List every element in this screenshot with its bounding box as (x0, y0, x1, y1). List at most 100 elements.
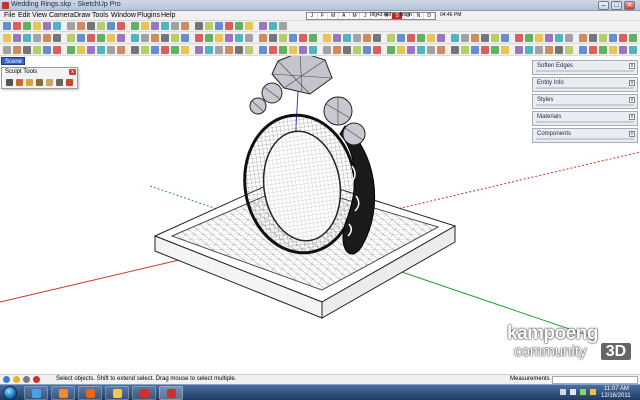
polygon-tool-icon[interactable] (245, 46, 253, 54)
zoom-extents-tool-icon[interactable] (397, 46, 405, 54)
scale-tool-icon[interactable] (117, 22, 125, 30)
tray-resize-bar[interactable] (536, 121, 634, 123)
pan-tool-icon[interactable] (131, 34, 139, 42)
menu-draw[interactable]: Draw (74, 12, 90, 19)
offset-tool-icon[interactable] (619, 46, 627, 54)
polygon-tool-icon[interactable] (565, 46, 573, 54)
select-tool-icon[interactable] (491, 46, 499, 54)
taskbar-explorer-button[interactable] (24, 386, 48, 400)
tray-materials[interactable]: Materials x (532, 111, 638, 126)
smooth-icon[interactable] (26, 79, 33, 86)
protractor-tool-icon[interactable] (407, 34, 415, 42)
sculpt-tools-close-button[interactable]: x (69, 69, 76, 75)
zoom-extents-tool-icon[interactable] (225, 22, 233, 30)
sculpt-tools-panel[interactable]: Sculpt Tools x (1, 67, 78, 89)
select-tool-icon[interactable] (245, 34, 253, 42)
move-tool-icon[interactable] (343, 34, 351, 42)
rotate-tool-icon[interactable] (33, 34, 41, 42)
tray-close-button[interactable]: x (629, 63, 635, 69)
menu-plugins[interactable]: Plugins (137, 12, 160, 19)
rectangle-tool-icon[interactable] (545, 46, 553, 54)
taskbar-clock-date[interactable]: 12/16/2011 (601, 393, 631, 399)
paint-tool-icon[interactable] (23, 22, 31, 30)
taskbar-media-player-button[interactable] (51, 386, 75, 400)
text-tool-icon[interactable] (343, 46, 351, 54)
section-tool-icon[interactable] (161, 34, 169, 42)
tray-resize-bar[interactable] (536, 87, 634, 89)
zoom-extents-tool-icon[interactable] (77, 46, 85, 54)
taskbar-folder-button[interactable] (105, 386, 129, 400)
axes-tool-icon[interactable] (33, 46, 41, 54)
orbit-tool-icon[interactable] (117, 34, 125, 42)
rectangle-tool-icon[interactable] (619, 34, 627, 42)
follow-me-tool-icon[interactable] (515, 34, 523, 42)
shadow-month-1[interactable]: F (318, 13, 329, 19)
minimize-button[interactable]: – (598, 1, 609, 10)
offset-tool-icon[interactable] (373, 34, 381, 42)
rectangle-tool-icon[interactable] (299, 34, 307, 42)
component-tool-icon[interactable] (245, 22, 253, 30)
start-button[interactable] (3, 386, 17, 400)
select-tool-icon[interactable] (171, 46, 179, 54)
section-tool-icon[interactable] (407, 46, 415, 54)
intersect-tool-icon[interactable] (279, 22, 287, 30)
circle-tool-icon[interactable] (67, 22, 75, 30)
polygon-tool-icon[interactable] (3, 34, 11, 42)
rotate-tool-icon[interactable] (599, 46, 607, 54)
language-icon[interactable] (590, 389, 596, 395)
arc-tool-icon[interactable] (215, 46, 223, 54)
shadow-month-10[interactable]: N (414, 13, 425, 19)
follow-me-tool-icon[interactable] (117, 46, 125, 54)
shadow-month-3[interactable]: A (339, 13, 350, 19)
dimension-tool-icon[interactable] (151, 22, 159, 30)
menu-view[interactable]: View (32, 12, 47, 19)
select-tool-icon[interactable] (3, 22, 11, 30)
dimension-tool-icon[interactable] (3, 46, 11, 54)
menu-window[interactable]: Window (111, 12, 136, 19)
arc-tool-icon[interactable] (289, 34, 297, 42)
taskbar-firefox-button[interactable] (78, 386, 102, 400)
move-tool-icon[interactable] (589, 46, 597, 54)
pan-tool-icon[interactable] (53, 46, 61, 54)
push-pull-tool-icon[interactable] (333, 34, 341, 42)
orbit-tool-icon[interactable] (437, 34, 445, 42)
user-icon[interactable] (23, 376, 30, 383)
rectangle-tool-icon[interactable] (53, 22, 61, 30)
sculpt-brush-icon[interactable] (16, 79, 23, 86)
eraser-tool-icon[interactable] (181, 46, 189, 54)
tray-styles[interactable]: Styles x (532, 94, 638, 109)
camera-tool-icon[interactable] (151, 46, 159, 54)
sandbox-tool-icon[interactable] (141, 46, 149, 54)
group-tool-icon[interactable] (427, 46, 435, 54)
component-tool-icon[interactable] (491, 34, 499, 42)
tape-tool-icon[interactable] (309, 46, 317, 54)
polygon-tool-icon[interactable] (323, 34, 331, 42)
component-tool-icon[interactable] (97, 46, 105, 54)
eraser-tool-icon[interactable] (259, 34, 267, 42)
axes-tool-icon[interactable] (353, 46, 361, 54)
section-tool-icon[interactable] (235, 22, 243, 30)
sandbox-tool-icon[interactable] (535, 34, 543, 42)
shadow-month-4[interactable]: M (350, 13, 361, 19)
camera-tool-icon[interactable] (471, 46, 479, 54)
flatten-icon[interactable] (36, 79, 43, 86)
axes-tool-icon[interactable] (107, 34, 115, 42)
walk-tool-icon[interactable] (235, 34, 243, 42)
section-tool-icon[interactable] (481, 34, 489, 42)
tray-components[interactable]: Components x (532, 128, 638, 143)
text-tool-icon[interactable] (97, 34, 105, 42)
text-tool-icon[interactable] (417, 34, 425, 42)
zoom-tool-icon[interactable] (215, 22, 223, 30)
follow-me-tool-icon[interactable] (195, 34, 203, 42)
component-tool-icon[interactable] (417, 46, 425, 54)
group-tool-icon[interactable] (181, 34, 189, 42)
group-tool-icon[interactable] (501, 34, 509, 42)
walk-tool-icon[interactable] (161, 46, 169, 54)
menu-edit[interactable]: Edit (18, 12, 30, 19)
tray-entity-info[interactable]: Entity Info x (532, 77, 638, 92)
tape-tool-icon[interactable] (629, 46, 637, 54)
component-tool-icon[interactable] (171, 34, 179, 42)
move-tool-icon[interactable] (269, 46, 277, 54)
credits-icon[interactable] (13, 376, 20, 383)
scale-tool-icon[interactable] (289, 46, 297, 54)
